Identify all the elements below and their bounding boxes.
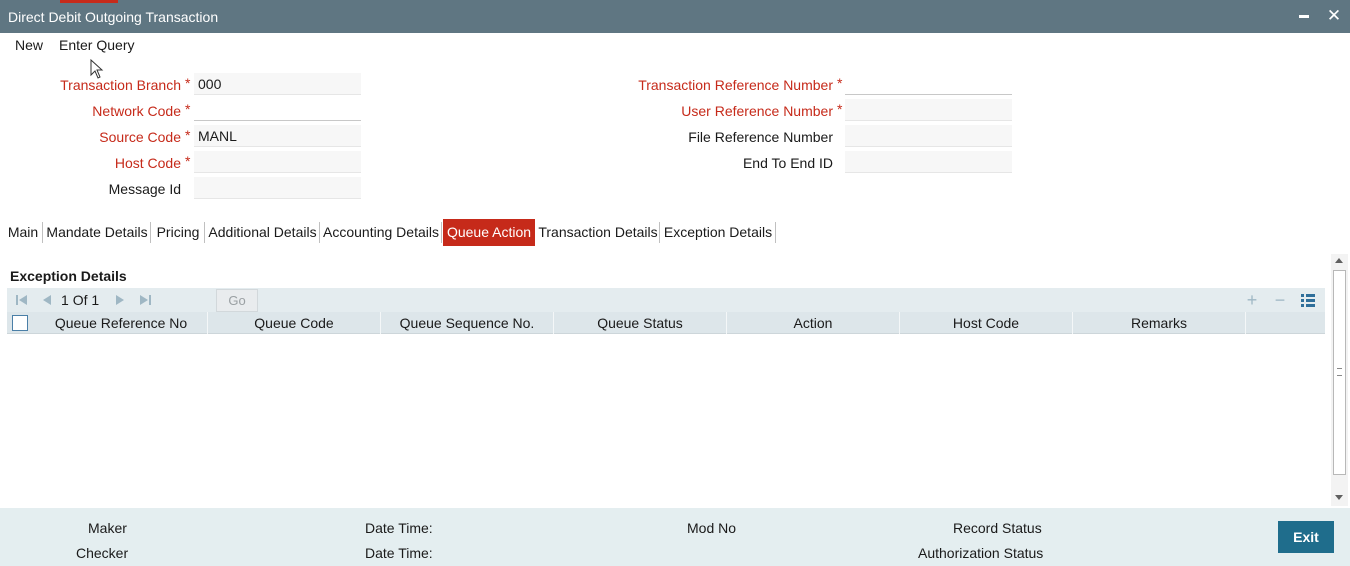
tab-main[interactable]: Main <box>3 219 43 246</box>
close-icon[interactable]: ✕ <box>1325 6 1343 26</box>
column-header-action[interactable]: Action <box>727 312 900 334</box>
menu-new[interactable]: New <box>15 37 43 53</box>
transaction-reference-number-label: Transaction Reference Number <box>638 77 833 93</box>
column-header-queue-sequence-no[interactable]: Queue Sequence No. <box>381 312 554 334</box>
minimize-icon[interactable] <box>1296 7 1312 25</box>
source-code-field[interactable] <box>194 125 361 147</box>
grid-header-row: Queue Reference No Queue Code Queue Sequ… <box>7 312 1325 334</box>
column-header-host-code[interactable]: Host Code <box>900 312 1073 334</box>
exit-button[interactable]: Exit <box>1278 521 1334 553</box>
required-marker: * <box>837 75 843 91</box>
host-code-label: Host Code <box>114 155 181 171</box>
vertical-scrollbar[interactable] <box>1331 254 1348 506</box>
transaction-branch-field[interactable] <box>194 73 361 95</box>
end-to-end-id-field[interactable] <box>845 151 1012 173</box>
transaction-reference-number-field[interactable] <box>845 73 1012 95</box>
mouse-pointer-icon <box>90 59 104 79</box>
user-reference-number-label: User Reference Number <box>681 103 833 119</box>
last-page-icon[interactable] <box>139 288 153 312</box>
add-row-icon[interactable]: + <box>1245 290 1259 310</box>
window-title-bar: Direct Debit Outgoing Transaction ✕ <box>0 0 1350 33</box>
file-reference-number-label: File Reference Number <box>688 129 833 145</box>
transaction-branch-label: Transaction Branch <box>60 77 181 93</box>
menu-bar: New Enter Query <box>0 33 1350 58</box>
first-page-icon[interactable] <box>14 288 28 312</box>
checker-label: Checker <box>76 545 129 561</box>
columns-icon[interactable] <box>1300 292 1316 308</box>
tab-label: Additional Details <box>208 224 317 240</box>
audit-footer: Maker Checker Date Time: Date Time: Mod … <box>0 508 1350 566</box>
tab-pricing[interactable]: Pricing <box>151 219 205 246</box>
tab-label: Pricing <box>156 224 200 240</box>
select-all-checkbox[interactable] <box>12 315 28 331</box>
record-status-label: Record Status <box>953 520 1042 536</box>
page-indicator: 1 Of 1 <box>61 292 99 308</box>
tab-label: Main <box>7 224 39 240</box>
go-button[interactable]: Go <box>216 289 258 312</box>
grid-body <box>7 334 1325 504</box>
previous-page-icon[interactable] <box>40 288 54 312</box>
user-reference-number-field[interactable] <box>845 99 1012 121</box>
column-header-queue-code[interactable]: Queue Code <box>208 312 381 334</box>
source-code-label: Source Code <box>99 129 181 145</box>
checker-date-time-label: Date Time: <box>365 545 433 561</box>
tab-transaction-details[interactable]: Transaction Details <box>536 219 660 246</box>
tab-accounting-details[interactable]: Accounting Details <box>320 219 442 246</box>
network-code-field[interactable] <box>194 99 361 121</box>
grid-pager-bar: 1 Of 1 Go + − <box>7 288 1325 312</box>
scroll-down-icon[interactable] <box>1335 495 1343 500</box>
message-id-label: Message Id <box>108 181 181 197</box>
mod-no-label: Mod No <box>687 520 737 536</box>
current-page: 1 <box>61 292 69 308</box>
required-marker: * <box>185 75 191 91</box>
tab-queue-action[interactable]: Queue Action <box>443 219 535 246</box>
title-accent-strip <box>60 0 118 3</box>
required-marker: * <box>185 153 191 169</box>
end-to-end-id-label: End To End ID <box>742 155 833 171</box>
next-page-icon[interactable] <box>113 288 127 312</box>
total-pages: 1 <box>91 292 100 308</box>
authorization-status-label: Authorization Status <box>918 545 1044 561</box>
tab-exception-details[interactable]: Exception Details <box>660 219 776 246</box>
host-code-field[interactable] <box>194 151 361 173</box>
column-header-queue-reference-no[interactable]: Queue Reference No <box>35 312 208 334</box>
scroll-thumb[interactable] <box>1333 270 1346 475</box>
network-code-label: Network Code <box>92 103 181 119</box>
required-marker: * <box>837 101 843 117</box>
required-marker: * <box>185 127 191 143</box>
required-marker: * <box>185 101 191 117</box>
maker-date-time-label: Date Time: <box>365 520 433 536</box>
window-title: Direct Debit Outgoing Transaction <box>8 9 219 25</box>
section-title: Exception Details <box>10 268 127 284</box>
tab-additional-details[interactable]: Additional Details <box>205 219 320 246</box>
of-label: Of <box>72 292 88 308</box>
maker-label: Maker <box>88 520 127 536</box>
tab-label: Mandate Details <box>46 224 148 240</box>
file-reference-number-field[interactable] <box>845 125 1012 147</box>
menu-enter-query[interactable]: Enter Query <box>59 37 134 53</box>
column-header-queue-status[interactable]: Queue Status <box>554 312 727 334</box>
tab-label: Exception Details <box>663 224 773 240</box>
column-header-remarks[interactable]: Remarks <box>1073 312 1246 334</box>
scroll-up-icon[interactable] <box>1335 258 1343 263</box>
tab-label: Accounting Details <box>323 224 439 240</box>
tab-label: Queue Action <box>446 224 532 240</box>
message-id-field[interactable] <box>194 177 361 199</box>
delete-row-icon[interactable]: − <box>1273 290 1287 310</box>
tab-label: Transaction Details <box>538 224 658 240</box>
tab-mandate-details[interactable]: Mandate Details <box>43 219 151 246</box>
